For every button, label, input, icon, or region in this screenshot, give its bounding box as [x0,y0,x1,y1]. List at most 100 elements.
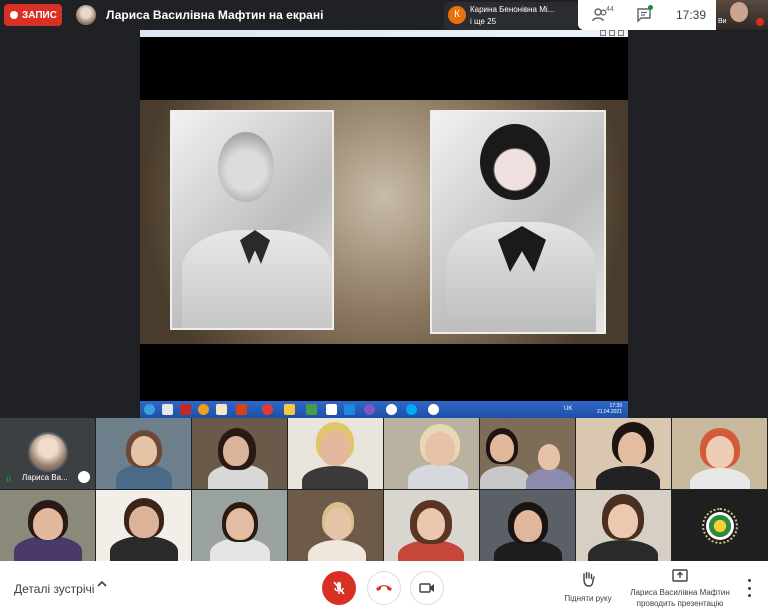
recording-indicator[interactable]: ЗАПИС [4,4,62,26]
opera-icon [262,404,273,415]
participant-tile[interactable] [576,490,671,561]
participant-body [588,540,658,561]
minimize-icon [600,30,606,36]
portrait-right-head [480,124,550,200]
participant-tile[interactable] [384,490,479,561]
maximize-icon [609,30,615,36]
participant-tile[interactable] [480,490,575,561]
raise-hand-label: Підняти руку [564,594,612,603]
participant-face [706,436,734,468]
participant-face-2 [538,444,560,470]
portrait-left-head [218,132,274,202]
phone-hangup-icon [376,585,392,591]
self-view-tile[interactable]: Ви [716,0,768,30]
avatar [28,432,68,472]
participant-face [417,508,445,540]
participant-face [425,432,455,466]
participant-tile[interactable] [192,490,287,561]
windows-taskbar: UK 17:39 21.04.2021 [140,401,628,418]
more-dot [747,579,751,582]
participant-face [320,430,350,466]
media-icon [216,404,227,415]
slide-image [140,100,628,344]
acrobat-icon [180,404,191,415]
participant-tile[interactable] [672,418,767,489]
presenter-title: Лариса Василівна Мафтин на екрані [106,8,324,22]
participant-tile[interactable] [384,418,479,489]
taskbar-language: UK [564,406,573,412]
record-label: ЗАПИС [22,9,57,21]
close-icon [618,30,624,36]
camera-icon [419,583,434,593]
powerpoint-icon [236,404,247,415]
present-screen-icon [672,569,688,582]
participant-body [308,540,366,561]
explorer-icon [162,404,173,415]
top-bar: ЗАПИС Лариса Василівна Мафтин на екрані … [0,0,768,30]
participant-tile[interactable] [96,418,191,489]
participant-tile[interactable] [480,418,575,489]
participant-face [223,436,249,466]
participant-face [129,506,159,538]
participant-tile-logo[interactable] [672,490,767,561]
folder-icon [284,404,295,415]
participant-face [325,508,351,540]
participants-count: 44 [606,6,614,13]
participant-tile[interactable] [576,418,671,489]
participant-tile-active[interactable]: ıl Лариса Ва... [0,418,95,489]
taskbar-date: 21.04.2021 [596,409,622,415]
participant-tile[interactable] [192,418,287,489]
participant-body [302,466,368,489]
top-right-panel: 44 17:39 [578,0,716,30]
participant-body [690,468,750,489]
torrent-icon [306,404,317,415]
portrait-right [430,110,606,334]
self-label: Ви [718,18,727,25]
more-options-icon[interactable] [742,579,756,597]
raise-hand-button[interactable]: Підняти руку [558,571,618,603]
portrait-left [170,110,334,330]
meeting-details-button[interactable]: Деталі зустрічі [14,582,94,596]
participant-tile[interactable] [288,418,383,489]
participant-face [490,434,514,462]
skype-icon [406,404,417,415]
school-logo [706,512,734,540]
mic-toggle-button[interactable] [322,571,356,605]
participant-face [608,504,638,538]
app-icon [198,404,209,415]
participant-body [408,464,468,489]
speaking-indicator-icon: ıl [6,474,12,484]
participant-body-2 [526,468,574,489]
viber-icon [364,404,375,415]
shared-window-titlebar [140,30,628,37]
participant-tile[interactable] [288,490,383,561]
hang-up-button[interactable] [367,571,401,605]
bottom-bar: Деталі зустрічі Підняти руку Лариса Васи… [0,561,768,614]
hand-icon [583,571,595,587]
pin-icon[interactable] [78,471,90,483]
chrome-icon [386,404,397,415]
participant-tile[interactable] [96,490,191,561]
camera-toggle-button[interactable] [410,571,444,605]
mic-off-icon [333,581,345,595]
notice-sender: Карина Бенонівна Мі... [470,5,555,14]
self-mic-off-icon [756,18,764,26]
start-icon [144,404,155,415]
more-dot [747,594,751,597]
shared-screen: UK 17:39 21.04.2021 [140,30,628,418]
chrome-icon-2 [428,404,439,415]
participant-face [514,510,542,542]
clock: 17:39 [676,8,707,22]
chevron-up-icon[interactable] [97,579,107,589]
participant-tile[interactable] [0,490,95,561]
presenting-button[interactable]: Лариса Василівна Мафтин проводить презен… [624,569,736,609]
taskbar-clock: 17:39 21.04.2021 [597,403,622,415]
chat-notification[interactable]: К Карина Бенонівна Мі... і ще 25 [444,2,578,30]
notice-more: і ще 25 [470,17,497,26]
presenting-line2: проводить презентацію [636,599,724,608]
more-dot [747,586,751,590]
record-dot-icon [10,11,18,19]
participant-body [480,466,530,489]
meet-window: ЗАПИС Лариса Василівна Мафтин на екрані … [0,0,768,614]
participant-face [131,436,157,466]
